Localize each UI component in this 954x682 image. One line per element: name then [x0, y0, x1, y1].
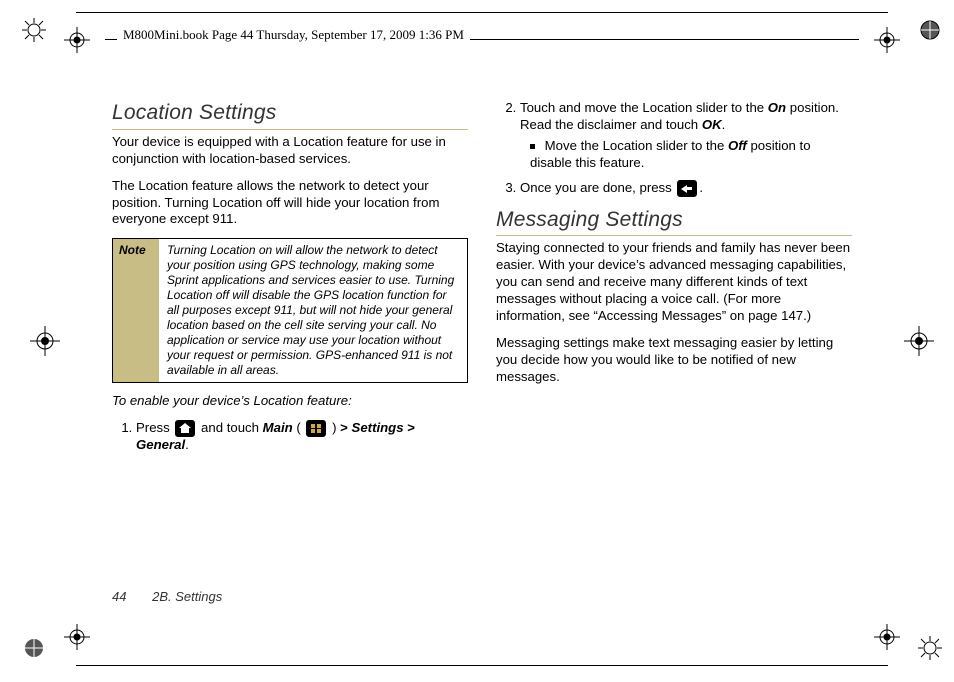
- step-text: ): [332, 420, 340, 435]
- ui-label-ok: OK: [702, 117, 722, 132]
- registration-mark-icon: [872, 622, 902, 652]
- step-text: Press: [136, 420, 173, 435]
- rule-line: [76, 12, 888, 13]
- ui-label-general: General: [136, 437, 185, 452]
- rule-line: [76, 665, 888, 666]
- registration-mark-icon: [904, 326, 934, 356]
- note-body: Turning Location on will allow the netwo…: [159, 239, 467, 382]
- step-text: .: [185, 437, 189, 452]
- crop-mark-icon: [918, 18, 942, 42]
- step-text: Touch and move the Location slider to th…: [520, 100, 768, 115]
- registration-mark-icon: [62, 622, 92, 652]
- ui-label-main: Main: [263, 420, 293, 435]
- page-footer: 44 2B. Settings: [112, 589, 222, 604]
- paragraph: Your device is equipped with a Location …: [112, 134, 468, 168]
- back-key-icon: [677, 180, 697, 197]
- step-2: Touch and move the Location slider to th…: [520, 100, 852, 172]
- paragraph: Messaging settings make text messaging e…: [496, 335, 852, 386]
- heading-location-settings: Location Settings: [112, 100, 468, 130]
- step-text: (: [296, 420, 300, 435]
- ui-label-off: Off: [728, 138, 747, 153]
- note-label: Note: [113, 239, 159, 382]
- paragraph: The Location feature allows the network …: [112, 178, 468, 229]
- sub-list: Move the Location slider to the Off posi…: [520, 138, 852, 172]
- ui-label-settings: Settings: [352, 420, 404, 435]
- note-box: Note Turning Location on will allow the …: [112, 238, 468, 383]
- sub-item: Move the Location slider to the Off posi…: [530, 138, 852, 172]
- page: M800Mini.book Page 44 Thursday, Septembe…: [0, 0, 954, 682]
- paragraph: Staying connected to your friends and fa…: [496, 240, 852, 324]
- registration-mark-icon: [30, 326, 60, 356]
- step-text: Once you are done, press: [520, 180, 675, 195]
- crop-mark-icon: [22, 636, 46, 660]
- main-menu-icon: [306, 420, 326, 437]
- running-header: M800Mini.book Page 44 Thursday, Septembe…: [117, 27, 470, 43]
- crop-mark-icon: [918, 636, 942, 660]
- section-title: 2B. Settings: [152, 589, 222, 604]
- breadcrumb-separator: >: [340, 420, 348, 435]
- procedure-leadin: To enable your device’s Location feature…: [112, 393, 468, 410]
- crop-mark-icon: [22, 18, 46, 42]
- heading-messaging-settings: Messaging Settings: [496, 207, 852, 237]
- home-key-icon: [175, 420, 195, 437]
- page-number: 44: [112, 589, 126, 604]
- step-text: and touch: [201, 420, 263, 435]
- registration-mark-icon: [62, 25, 92, 55]
- ui-label-on: On: [768, 100, 786, 115]
- registration-mark-icon: [872, 25, 902, 55]
- step-text: Move the Location slider to the: [545, 138, 728, 153]
- step-3: Once you are done, press .: [520, 180, 852, 197]
- step-1: Press and touch Main ( ) > Settings > Ge…: [136, 420, 468, 454]
- body-columns: Location Settings Your device is equippe…: [112, 100, 852, 600]
- breadcrumb-separator: >: [407, 420, 415, 435]
